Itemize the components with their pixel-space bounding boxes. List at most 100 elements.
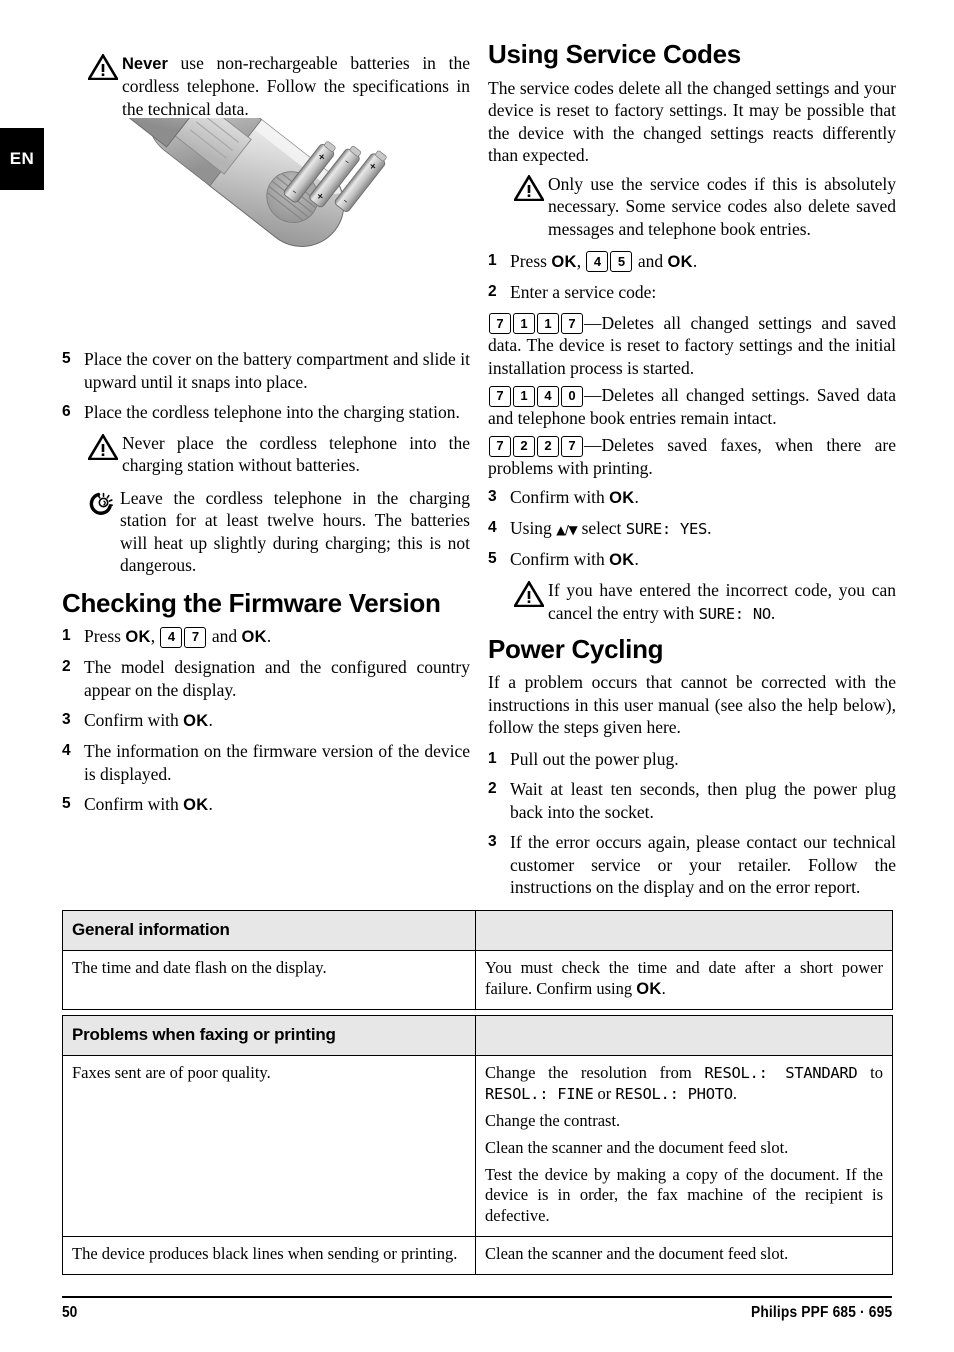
row-solution-time-date-flash: You must check the time and date after a… xyxy=(475,950,893,1010)
power-step-2-number: 2 xyxy=(488,780,497,798)
row-solution-poor-quality: Change the resolution from RESOL.: STAND… xyxy=(475,1055,893,1237)
firmware-step-1-number: 1 xyxy=(62,627,71,645)
row-problem-time-date-flash: The time and date flash on the display. xyxy=(62,950,476,1010)
table-header-faxing-blank xyxy=(475,1014,893,1057)
power-step-2: 2 Wait at least ten seconds, then plug t… xyxy=(488,778,896,823)
footer-row: 50 Philips PPF 685 · 695 xyxy=(62,1304,892,1322)
service-step-3-text: Confirm with OK. xyxy=(510,486,896,509)
ok-key-label: OK xyxy=(609,551,635,570)
service-step-1: 1 Press OK, 45 and OK. xyxy=(488,250,896,273)
keycap-2: 2 xyxy=(513,435,535,457)
table-header-row: Problems when faxing or printing xyxy=(62,1014,893,1057)
table-header-general-information: General information xyxy=(62,909,476,952)
warning-triangle-icon xyxy=(88,52,122,120)
power-step-1-text: Pull out the power plug. xyxy=(510,748,679,769)
period: . xyxy=(661,979,666,999)
page-footer: 50 Philips PPF 685 · 695 xyxy=(62,1296,892,1322)
power-step-3-text: If the error occurs again, please contac… xyxy=(510,832,896,898)
change-resolution-pre: Change the resolution from xyxy=(485,1063,705,1083)
right-column: Using Service Codes The service codes de… xyxy=(488,40,896,907)
firmware-step-1: 1 Press OK, 47 and OK. xyxy=(62,625,470,648)
firmware-step-5-text: Confirm with OK. xyxy=(84,793,470,816)
service-step-3-number: 3 xyxy=(488,488,497,506)
step-5-number: 5 xyxy=(62,350,71,368)
firmware-step-2-number: 2 xyxy=(62,658,71,676)
solution-change-contrast: Change the contrast. xyxy=(485,1110,621,1130)
confirm-label: Confirm with xyxy=(84,710,184,731)
period: . xyxy=(707,518,712,539)
warning-incorrect-code: If you have entered the incorrect code, … xyxy=(488,579,896,624)
firmware-step-5: 5 Confirm with OK. xyxy=(62,793,470,816)
power-cycling-intro: If a problem occurs that cannot be corre… xyxy=(488,672,896,738)
warning-non-rechargeable-batteries: Never use non-rechargeable batteries in … xyxy=(62,52,470,120)
ok-key-label: OK xyxy=(125,628,151,647)
firmware-step-4: 4 The information on the firmware versio… xyxy=(62,740,470,785)
ok-key-label: OK xyxy=(609,489,635,508)
keycap-5: 5 xyxy=(610,251,633,273)
period: . xyxy=(266,626,272,647)
ok-key-label: OK xyxy=(551,252,577,271)
ok-key-label: OK xyxy=(183,712,209,731)
power-step-3-number: 3 xyxy=(488,833,497,851)
warning-service-codes: Only use the service codes if this is ab… xyxy=(488,173,896,240)
warning-non-rechargeable-text: Never use non-rechargeable batteries in … xyxy=(122,52,470,120)
or-label: or xyxy=(593,1084,616,1104)
confirm-label: Confirm with xyxy=(510,549,610,570)
footer-page-number: 50 xyxy=(62,1304,78,1321)
firmware-step-4-text: The information on the firmware version … xyxy=(84,741,470,784)
cordless-telephone-battery-illustration: + – – + + – xyxy=(86,21,408,343)
step-6: 6 Place the cordless telephone into the … xyxy=(62,401,470,423)
firmware-step-5-number: 5 xyxy=(62,795,71,813)
ok-key-label: OK xyxy=(667,252,693,271)
period: . xyxy=(732,1084,737,1104)
keycap-0: 0 xyxy=(561,385,583,407)
period: . xyxy=(634,487,639,508)
solution-test-device: Test the device by making a copy of the … xyxy=(485,1164,883,1226)
using-label: Using xyxy=(510,518,557,539)
service-step-4-text: Using ▲/▼ select SURE: YES. xyxy=(510,517,896,540)
keycap-7: 7 xyxy=(489,313,511,335)
heading-power-cycling: Power Cycling xyxy=(488,633,664,664)
firmware-step-3: 3 Confirm with OK. xyxy=(62,709,470,732)
keycap-1: 1 xyxy=(513,313,535,335)
service-code-7140: 7 1 4 0 —Deletes all changed settings. Saved… xyxy=(488,384,896,429)
comma-sep: , xyxy=(150,626,160,647)
warning-charging-station: Never place the cordless telephone into … xyxy=(62,432,470,477)
keycap-4: 4 xyxy=(537,385,559,407)
keycap-4: 4 xyxy=(586,251,609,273)
step-5-text: Place the cover on the battery compartme… xyxy=(84,349,470,392)
keycap-2: 2 xyxy=(537,435,559,457)
table-row: Faxes sent are of poor quality. Change t… xyxy=(62,1055,893,1237)
service-step-5-text: Confirm with OK. xyxy=(510,548,896,571)
table-header-general-blank xyxy=(475,909,893,952)
firmware-step-2-text: The model designation and the configured… xyxy=(84,657,470,700)
step-5: 5 Place the cover on the battery compart… xyxy=(62,348,470,393)
firmware-step-2: 2 The model designation and the configur… xyxy=(62,656,470,701)
keycap-4: 4 xyxy=(160,626,183,648)
display-value-sure-no: SURE: NO xyxy=(698,604,772,623)
firmware-step-4-number: 4 xyxy=(62,742,71,760)
keycap-1: 1 xyxy=(513,385,535,407)
row-solution-black-lines: Clean the scanner and the document feed … xyxy=(475,1235,893,1275)
up-down-arrow-icon: ▲/▼ xyxy=(556,523,578,538)
service-step-5: 5 Confirm with OK. xyxy=(488,548,896,571)
heading-using-service-codes: Using Service Codes xyxy=(488,39,741,69)
service-code-7227: 7 2 2 7 —Deletes saved faxes, when there are… xyxy=(488,434,896,479)
warning-triangle-icon xyxy=(514,173,548,240)
table-row: The time and date flash on the display. … xyxy=(62,950,893,1010)
period: . xyxy=(208,794,213,815)
power-step-1-number: 1 xyxy=(488,749,497,767)
solution-text-pre: You must check the time and date after a… xyxy=(485,958,883,999)
service-step-5-number: 5 xyxy=(488,550,497,568)
warning-triangle-icon xyxy=(88,432,122,477)
service-step-2: 2 Enter a service code: xyxy=(488,281,896,303)
service-step-2-number: 2 xyxy=(488,283,497,301)
heading-checking-firmware-version: Checking the Firmware Version xyxy=(62,587,441,618)
ok-key-label: OK xyxy=(636,980,662,999)
row-problem-black-lines: The device produces black lines when sen… xyxy=(62,1235,476,1275)
row-problem-poor-quality: Faxes sent are of poor quality. xyxy=(62,1055,476,1237)
firmware-step-3-text: Confirm with OK. xyxy=(84,709,470,732)
press-label: Press xyxy=(510,250,552,271)
warning-body-text: use non-rechargeable batteries in the co… xyxy=(122,53,470,119)
press-label: Press xyxy=(84,626,126,647)
